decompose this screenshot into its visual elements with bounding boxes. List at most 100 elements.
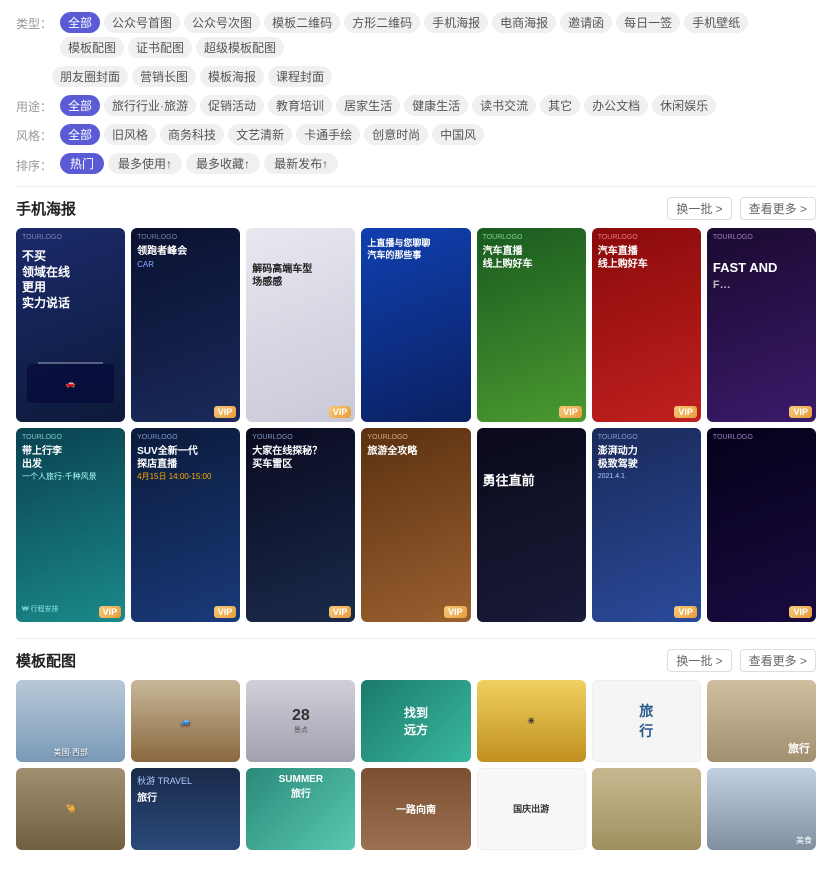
tag-template-photo[interactable]: 模板配图 bbox=[60, 37, 124, 58]
sort-most-fav[interactable]: 最多收藏↑ bbox=[186, 153, 260, 174]
phone-poster-card-2-6[interactable]: TOURLOGO 澎湃动力极致驾驶 2021.4.1 VIP bbox=[592, 428, 701, 622]
style-cartoon[interactable]: 卡通手绘 bbox=[296, 124, 360, 145]
card-travel-s: 旅行 bbox=[291, 785, 311, 800]
tag-qr2[interactable]: 方形二维码 bbox=[344, 12, 420, 33]
template-photo-actions: 换一批 > 查看更多 > bbox=[667, 649, 816, 672]
template-photo-header: 模板配图 换一批 > 查看更多 > bbox=[16, 649, 816, 672]
vip-badge: VIP bbox=[789, 406, 812, 418]
source-label: 用途： bbox=[16, 95, 52, 115]
sort-newest[interactable]: 最新发布↑ bbox=[264, 153, 338, 174]
card-text-main: 解码高端车型场感感 bbox=[252, 263, 312, 289]
tag-gzh1[interactable]: 公众号首图 bbox=[104, 12, 180, 33]
phone-poster-card-1-2[interactable]: TOURLOGO 领跑者峰会 CAR VIP bbox=[131, 228, 240, 422]
style-label: 风格： bbox=[16, 124, 52, 144]
style-old[interactable]: 旧风格 bbox=[104, 124, 156, 145]
card-logo: TOURLOGO bbox=[22, 434, 62, 441]
sort-most-used[interactable]: 最多使用↑ bbox=[108, 153, 182, 174]
card-travel-text: 旅行 bbox=[788, 740, 810, 756]
type-filter-row: 类型： 全部 公众号首图 公众号次图 模板二维码 方形二维码 手机海报 电商海报… bbox=[16, 12, 816, 58]
template-photo-row1: 美国·西部 🚙 28 景点 找到 远方 bbox=[16, 680, 816, 762]
sort-hot[interactable]: 热门 bbox=[60, 153, 104, 174]
tag-course[interactable]: 课程封面 bbox=[268, 66, 332, 87]
template-card-2-5[interactable]: 国庆出游 bbox=[477, 768, 586, 850]
tag-daily[interactable]: 每日一签 bbox=[616, 12, 680, 33]
tag-ecom-poster[interactable]: 电商海报 bbox=[492, 12, 556, 33]
card-sub2: 4月15日 14:00-15:00 bbox=[137, 471, 211, 482]
phone-poster-refresh[interactable]: 换一批 > bbox=[667, 197, 731, 220]
card-text-main: 汽车直播线上购好车 bbox=[483, 245, 533, 271]
source-all[interactable]: 全部 bbox=[60, 95, 100, 116]
phone-poster-card-2-3[interactable]: YOURLOGO 大家在线探秘？买车雷区 VIP bbox=[246, 428, 355, 622]
phone-poster-card-1-1[interactable]: TOURLOGO 不买领域在线更用实力说话 🚗 bbox=[16, 228, 125, 422]
phone-poster-section: 手机海报 换一批 > 查看更多 > TOURLOGO 不买领域在线更用实力说话 … bbox=[16, 197, 816, 622]
template-card-2-4[interactable]: 一路向南 bbox=[361, 768, 470, 850]
template-card-2-1[interactable]: 🐪 bbox=[16, 768, 125, 850]
template-card-2-2[interactable]: 秋游 TRAVEL 旅行 bbox=[131, 768, 240, 850]
phone-poster-row2: TOURLOGO 带上行李出发 一个人旅行·千种风景 ₩ 行程安排 VIP YO… bbox=[16, 428, 816, 622]
tag-phone-poster[interactable]: 手机海报 bbox=[424, 12, 488, 33]
tag-wallpaper[interactable]: 手机壁纸 bbox=[684, 12, 748, 33]
tag-template-poster[interactable]: 模板海报 bbox=[200, 66, 264, 87]
style-all[interactable]: 全部 bbox=[60, 124, 100, 145]
template-photo-refresh[interactable]: 换一批 > bbox=[667, 649, 731, 672]
source-travel[interactable]: 旅行行业·旅游 bbox=[104, 95, 196, 116]
card-location: 美国·西部 bbox=[53, 747, 88, 758]
style-art[interactable]: 文艺清新 bbox=[228, 124, 292, 145]
source-edu[interactable]: 教育培训 bbox=[268, 95, 332, 116]
template-card-2-7[interactable]: 美食 bbox=[707, 768, 816, 850]
phone-poster-card-1-5[interactable]: TOURLOGO 汽车直播线上购好车 VIP bbox=[477, 228, 586, 422]
source-leisure[interactable]: 休闲娱乐 bbox=[652, 95, 716, 116]
vip-badge: VIP bbox=[789, 606, 812, 618]
tag-invite[interactable]: 邀请函 bbox=[560, 12, 612, 33]
phone-poster-card-1-7[interactable]: TOURLOGO FAST ANDF… VIP bbox=[707, 228, 816, 422]
template-card-1-1[interactable]: 美国·西部 bbox=[16, 680, 125, 762]
phone-poster-card-2-5[interactable]: 勇往直前 bbox=[477, 428, 586, 622]
template-card-1-7[interactable]: 旅行 bbox=[707, 680, 816, 762]
tag-gzh2[interactable]: 公众号次图 bbox=[184, 12, 260, 33]
phone-poster-card-2-1[interactable]: TOURLOGO 带上行李出发 一个人旅行·千种风景 ₩ 行程安排 VIP bbox=[16, 428, 125, 622]
tag-marketing[interactable]: 营销长图 bbox=[132, 66, 196, 87]
template-card-1-6[interactable]: 旅 行 bbox=[592, 680, 701, 762]
tag-super[interactable]: 超级模板配图 bbox=[196, 37, 284, 58]
template-card-1-2[interactable]: 🚙 bbox=[131, 680, 240, 762]
source-health[interactable]: 健康生活 bbox=[404, 95, 468, 116]
tag-circle[interactable]: 朋友圈封面 bbox=[52, 66, 128, 87]
source-promo[interactable]: 促销活动 bbox=[200, 95, 264, 116]
card-date: 2021.4.1 bbox=[598, 473, 625, 480]
source-other[interactable]: 其它 bbox=[540, 95, 580, 116]
template-card-1-5[interactable]: ☀ bbox=[477, 680, 586, 762]
card-text-main: 上直播与您聊聊汽车的那些事 bbox=[367, 238, 430, 261]
phone-poster-card-2-2[interactable]: YOURLOGO SUV全新一代探店直播 4月15日 14:00-15:00 V… bbox=[131, 428, 240, 622]
tag-qr1[interactable]: 模板二维码 bbox=[264, 12, 340, 33]
phone-poster-card-2-7[interactable]: TOURLOGO VIP bbox=[707, 428, 816, 622]
template-card-1-4[interactable]: 找到 远方 bbox=[361, 680, 470, 762]
phone-poster-card-2-4[interactable]: YOURLOGO 旅游全攻略 VIP bbox=[361, 428, 470, 622]
card-south: 一路向南 bbox=[396, 801, 436, 816]
source-office[interactable]: 办公文档 bbox=[584, 95, 648, 116]
style-creative[interactable]: 创意时尚 bbox=[364, 124, 428, 145]
style-tags-container: 全部 旧风格 商务科技 文艺清新 卡通手绘 创意时尚 中国风 bbox=[60, 124, 816, 145]
style-biz[interactable]: 商务科技 bbox=[160, 124, 224, 145]
card-logo: YOURLOGO bbox=[137, 434, 177, 441]
card-number: 28 bbox=[292, 707, 310, 725]
template-card-2-6[interactable] bbox=[592, 768, 701, 850]
template-card-2-3[interactable]: SUMMER 旅行 bbox=[246, 768, 355, 850]
phone-poster-card-1-6[interactable]: TOURLOGO 汽车直播线上购好车 VIP bbox=[592, 228, 701, 422]
source-book[interactable]: 读书交流 bbox=[472, 95, 536, 116]
card-sun-text: ☀ bbox=[527, 716, 535, 727]
template-card-1-3[interactable]: 28 景点 bbox=[246, 680, 355, 762]
source-home[interactable]: 居家生活 bbox=[336, 95, 400, 116]
phone-poster-card-1-3[interactable]: 解码高端车型场感感 VIP bbox=[246, 228, 355, 422]
template-photo-more[interactable]: 查看更多 > bbox=[740, 649, 816, 672]
phone-poster-more[interactable]: 查看更多 > bbox=[740, 197, 816, 220]
card-summer: SUMMER bbox=[279, 774, 323, 785]
tag-all-type[interactable]: 全部 bbox=[60, 12, 100, 33]
card-car-text: 🚙 bbox=[181, 717, 191, 726]
card-logo: TOURLOGO bbox=[713, 234, 753, 241]
style-chinese[interactable]: 中国风 bbox=[432, 124, 484, 145]
phone-poster-card-1-4[interactable]: 上直播与您聊聊汽车的那些事 bbox=[361, 228, 470, 422]
tag-cert[interactable]: 证书配图 bbox=[128, 37, 192, 58]
card-text-main: 勇往直前 bbox=[483, 473, 535, 490]
card-logo: TOURLOGO bbox=[713, 434, 753, 441]
vip-badge: VIP bbox=[99, 606, 122, 618]
